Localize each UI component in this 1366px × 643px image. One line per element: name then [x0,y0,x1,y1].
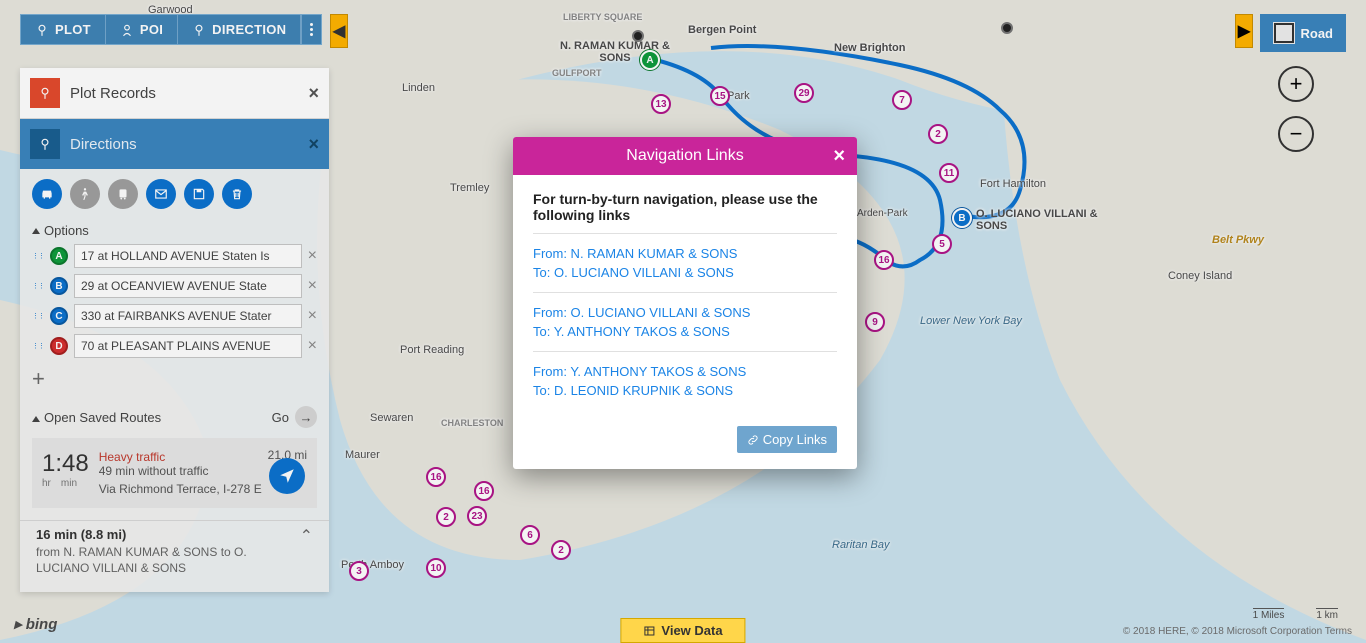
table-icon [643,625,655,637]
modal-message: For turn-by-turn navigation, please use … [533,191,837,223]
nav-link-1[interactable]: From: N. RAMAN KUMAR & SONSTo: O. LUCIAN… [533,233,837,292]
scale-bar: 1 Miles1 km [1253,608,1338,621]
link-icon [747,434,759,446]
nav-link-3[interactable]: From: Y. ANTHONY TAKOS & SONSTo: D. LEON… [533,351,837,410]
modal-header: Navigation Links × [513,137,857,175]
copy-links-label: Copy Links [763,432,827,447]
nav-link-2[interactable]: From: O. LUCIANO VILLANI & SONSTo: Y. AN… [533,292,837,351]
copy-links-button[interactable]: Copy Links [737,426,837,453]
bing-logo: ▸ bing [14,615,57,633]
navigation-links-modal: Navigation Links × For turn-by-turn navi… [513,137,857,469]
copyright-text: © 2018 HERE, © 2018 Microsoft Corporatio… [1123,626,1352,637]
modal-title: Navigation Links [626,147,743,165]
view-data-label: View Data [661,623,722,638]
modal-close-icon[interactable]: × [833,145,845,168]
view-data-button[interactable]: View Data [620,618,745,643]
